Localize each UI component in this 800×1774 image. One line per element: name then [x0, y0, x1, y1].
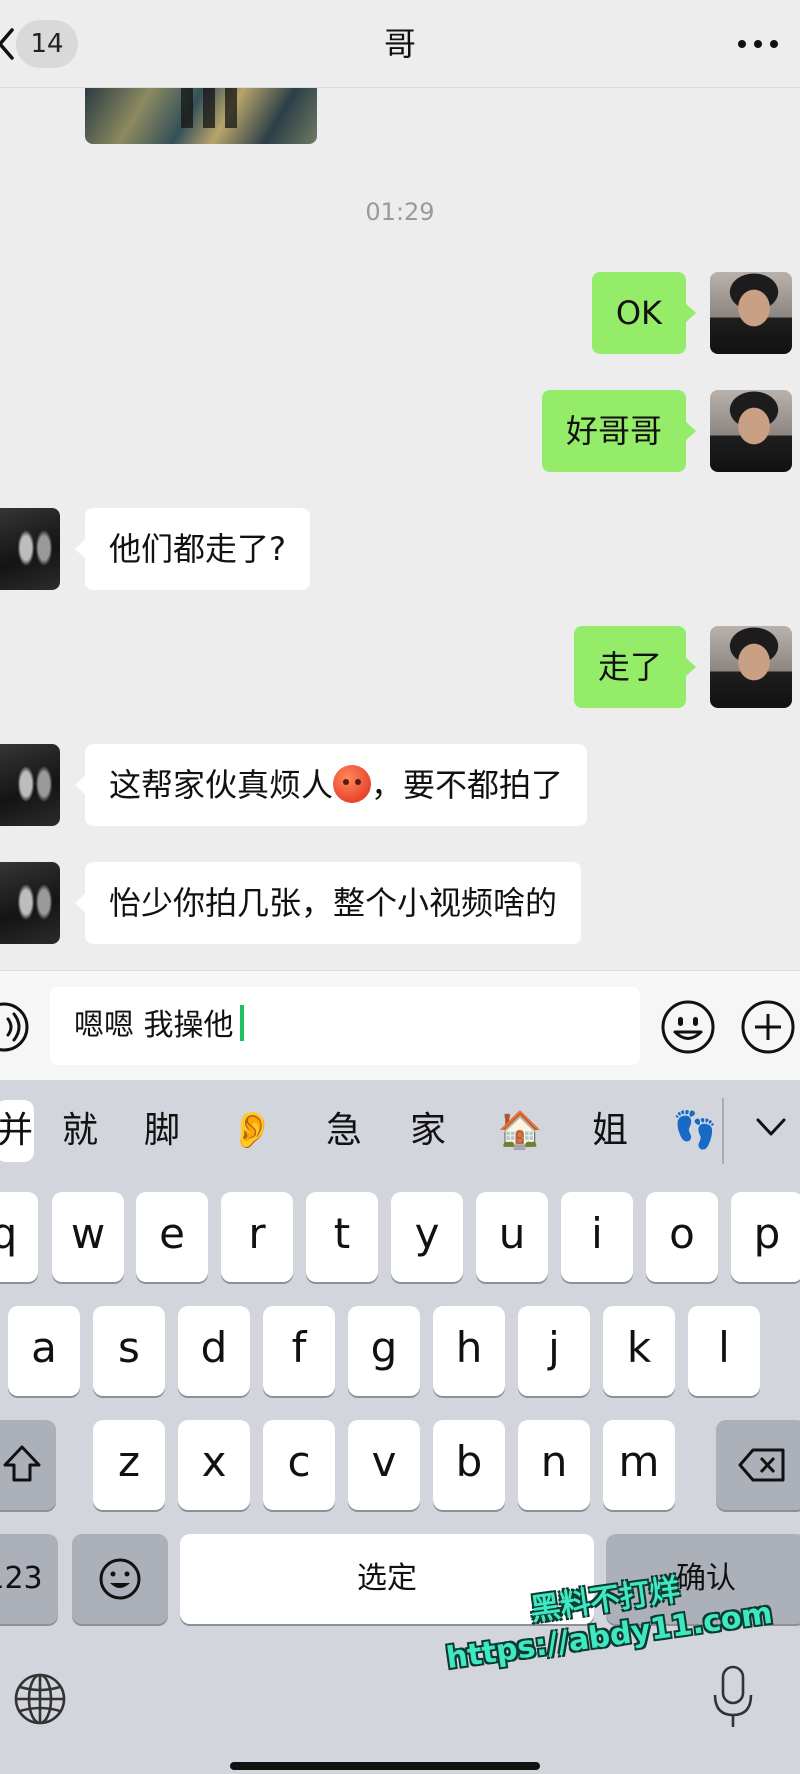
candidate-word[interactable]: 家 [400, 1100, 456, 1162]
message-list[interactable]: 01:29 OK 好哥哥 他们都走了? 走了 这帮家伙真烦人 ，要不都拍了 怡少你… [0, 88, 800, 970]
incoming-message[interactable]: 这帮家伙真烦人 ，要不都拍了 [74, 744, 588, 826]
candidate-word[interactable]: 并 [0, 1100, 34, 1162]
outgoing-message[interactable]: 好哥哥 [541, 390, 697, 472]
incoming-message[interactable]: 他们都走了? [75, 508, 310, 590]
smiley-icon[interactable] [660, 999, 716, 1055]
key-f[interactable]: f [263, 1306, 335, 1396]
backspace-key[interactable] [716, 1420, 800, 1510]
chevron-down-icon[interactable] [754, 1114, 788, 1142]
unread-count-badge[interactable]: 14 [16, 20, 78, 68]
candidate-word[interactable]: 脚 [134, 1100, 190, 1162]
avatar[interactable] [0, 862, 60, 944]
incoming-message[interactable]: 怡少你拍几张，整个小视频啥的 [74, 862, 582, 944]
key-e[interactable]: e [136, 1192, 208, 1282]
avatar[interactable] [710, 272, 792, 354]
input-bar: 嗯嗯 我操他 [0, 970, 800, 1080]
key-c[interactable]: c [263, 1420, 335, 1510]
candidate-emoji[interactable]: 🏠 [492, 1100, 548, 1162]
avatar[interactable] [0, 744, 60, 826]
key-u[interactable]: u [476, 1192, 548, 1282]
outgoing-message[interactable]: OK [591, 272, 697, 354]
avatar[interactable] [710, 390, 792, 472]
key-l[interactable]: l [688, 1306, 760, 1396]
angry-face-icon [333, 765, 372, 803]
key-s[interactable]: s [93, 1306, 165, 1396]
key-d[interactable]: d [178, 1306, 250, 1396]
shift-key[interactable] [0, 1420, 56, 1510]
key-q[interactable]: q [0, 1192, 38, 1282]
key-t[interactable]: t [306, 1192, 378, 1282]
key-o[interactable]: o [646, 1192, 718, 1282]
avatar[interactable] [710, 626, 792, 708]
candidate-divider [722, 1098, 724, 1164]
key-a[interactable]: a [8, 1306, 80, 1396]
key-z[interactable]: z [93, 1420, 165, 1510]
key-h[interactable]: h [433, 1306, 505, 1396]
message-text: 这帮家伙真烦人 [109, 766, 334, 804]
voice-icon[interactable] [0, 1001, 30, 1053]
numbers-key[interactable]: 123 [0, 1534, 58, 1624]
home-indicator [230, 1762, 540, 1770]
key-n[interactable]: n [518, 1420, 590, 1510]
message-timestamp: 01:29 [365, 198, 435, 226]
message-input-value: 嗯嗯 我操他 [74, 987, 244, 1065]
key-k[interactable]: k [603, 1306, 675, 1396]
key-i[interactable]: i [561, 1192, 633, 1282]
key-m[interactable]: m [603, 1420, 675, 1510]
candidate-emoji[interactable]: 👣 [672, 1100, 718, 1162]
plus-circle-icon[interactable] [740, 999, 796, 1055]
more-dots-icon[interactable] [728, 22, 788, 66]
globe-icon[interactable] [12, 1671, 68, 1727]
chat-header: 14 哥 [0, 0, 800, 88]
text-cursor [239, 1005, 244, 1041]
emoji-key[interactable] [72, 1534, 168, 1624]
candidate-word[interactable]: 姐 [582, 1100, 638, 1162]
candidate-word[interactable]: 就 [52, 1100, 108, 1162]
chat-title: 哥 [383, 25, 416, 63]
key-p[interactable]: p [731, 1192, 800, 1282]
outgoing-message[interactable]: 走了 [573, 626, 697, 708]
key-j[interactable]: j [518, 1306, 590, 1396]
key-r[interactable]: r [221, 1192, 293, 1282]
avatar[interactable] [0, 508, 60, 590]
key-g[interactable]: g [348, 1306, 420, 1396]
message-text: ，要不都拍了 [371, 766, 564, 804]
shift-icon [3, 1445, 41, 1482]
key-x[interactable]: x [178, 1420, 250, 1510]
key-v[interactable]: v [348, 1420, 420, 1510]
key-b[interactable]: b [433, 1420, 505, 1510]
key-w[interactable]: w [52, 1192, 124, 1282]
backspace-icon [738, 1448, 785, 1482]
candidate-word[interactable]: 急 [316, 1100, 372, 1162]
candidate-emoji[interactable]: 👂 [224, 1100, 280, 1162]
image-message[interactable] [85, 88, 317, 144]
candidate-bar: 并 就 脚 👂 急 家 🏠 姐 👣 [0, 1080, 800, 1180]
smiley-icon [99, 1558, 141, 1600]
key-y[interactable]: y [391, 1192, 463, 1282]
